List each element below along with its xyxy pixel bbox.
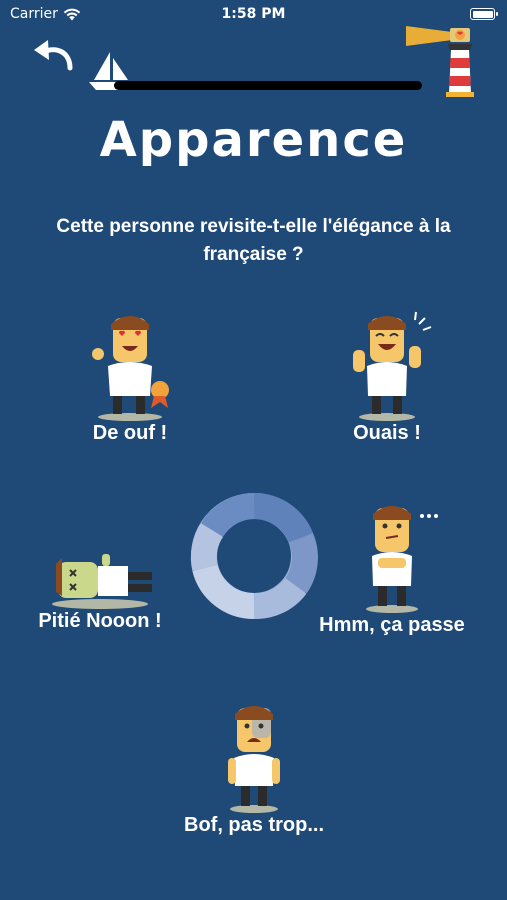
option-bof-pas-trop[interactable]: Bof, pas trop... (168, 700, 340, 837)
undo-arrow-icon (34, 40, 73, 71)
progress-indicator (88, 48, 422, 94)
happy-character-icon (353, 311, 432, 421)
option-label: Ouais ! (353, 422, 421, 444)
fainted-character-icon (52, 554, 152, 609)
option-label: Hmm, ça passe (319, 614, 465, 636)
option-label: Bof, pas trop... (184, 814, 324, 836)
option-label: De ouf ! (92, 422, 168, 444)
option-hmm-ca-passe[interactable]: Hmm, ça passe (312, 500, 472, 637)
back-button[interactable] (28, 38, 80, 76)
thinking-character-icon (366, 506, 438, 613)
status-time: 1:58 PM (221, 6, 286, 22)
progress-track (114, 81, 422, 90)
option-pitie-nooon[interactable]: Pitié Nooon ! (30, 548, 170, 633)
option-label: Pitié Nooon ! (38, 610, 162, 632)
question-text: Cette personne revisite-t-elle l'éléganc… (56, 216, 451, 265)
heart-eyes-character-icon (92, 316, 169, 421)
battery-icon (470, 8, 498, 20)
disappointed-character-icon (228, 706, 280, 813)
option-ouais[interactable]: Ouais ! (322, 310, 452, 445)
lighthouse-icon (406, 26, 474, 97)
progress-donut (190, 492, 318, 620)
page-title: Apparence (99, 112, 408, 168)
option-de-ouf[interactable]: De ouf ! (70, 310, 190, 445)
